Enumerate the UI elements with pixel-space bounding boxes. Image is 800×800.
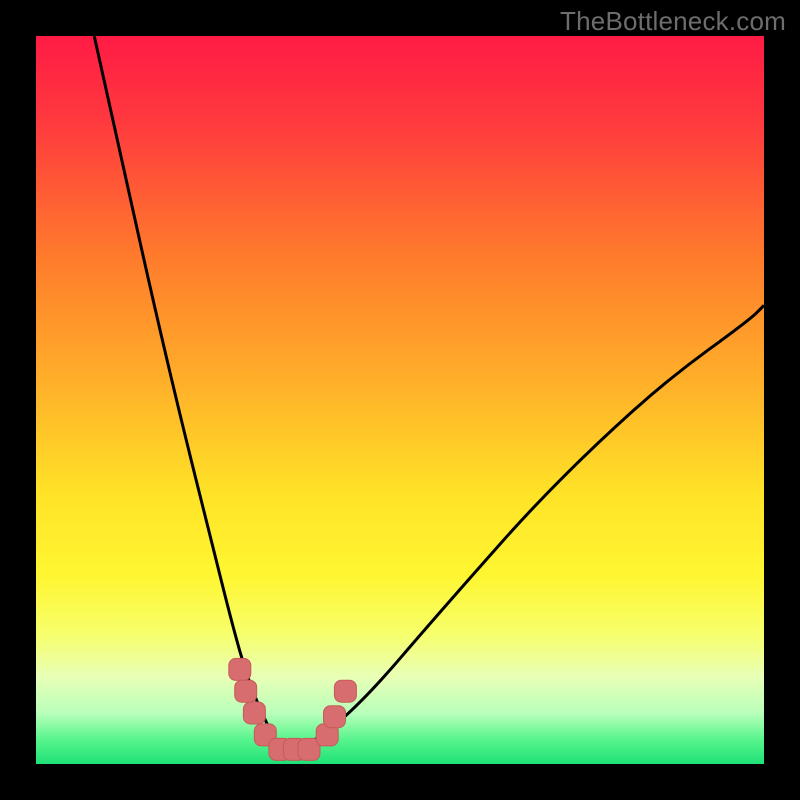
marker-point bbox=[334, 680, 356, 702]
plot-area bbox=[36, 36, 764, 764]
marker-point bbox=[243, 702, 265, 724]
marker-point bbox=[324, 706, 346, 728]
left-curve bbox=[94, 36, 312, 749]
highlighted-points bbox=[229, 658, 357, 760]
chart-frame: TheBottleneck.com bbox=[0, 0, 800, 800]
watermark-text: TheBottleneck.com bbox=[560, 6, 786, 37]
marker-point bbox=[229, 658, 251, 680]
chart-curves bbox=[36, 36, 764, 764]
marker-point bbox=[235, 680, 257, 702]
